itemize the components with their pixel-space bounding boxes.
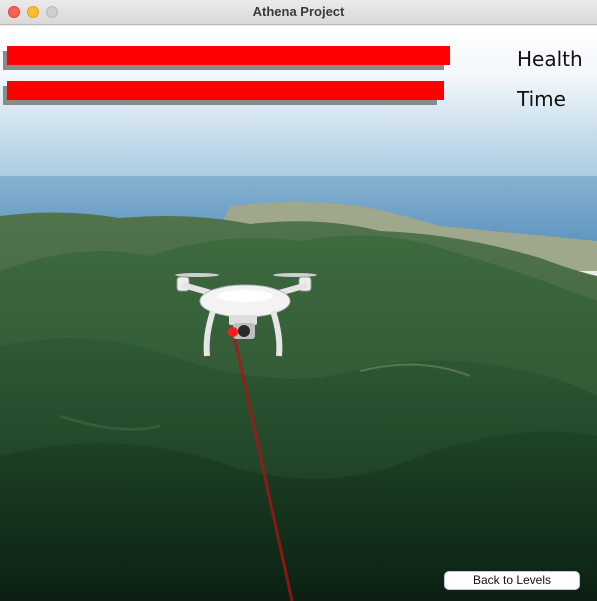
time-bar — [7, 81, 444, 100]
title-bar: Athena Project — [0, 0, 597, 25]
game-scene: Health Time Back to Levels — [0, 26, 597, 601]
time-label: Time — [517, 87, 566, 111]
drone-icon[interactable] — [155, 271, 335, 361]
health-label: Health — [517, 47, 583, 71]
window-title: Athena Project — [252, 4, 345, 19]
health-bar — [7, 46, 450, 65]
game-window: Athena Project Health Time Back to Level… — [0, 0, 597, 601]
back-to-levels-button[interactable]: Back to Levels — [444, 571, 580, 590]
